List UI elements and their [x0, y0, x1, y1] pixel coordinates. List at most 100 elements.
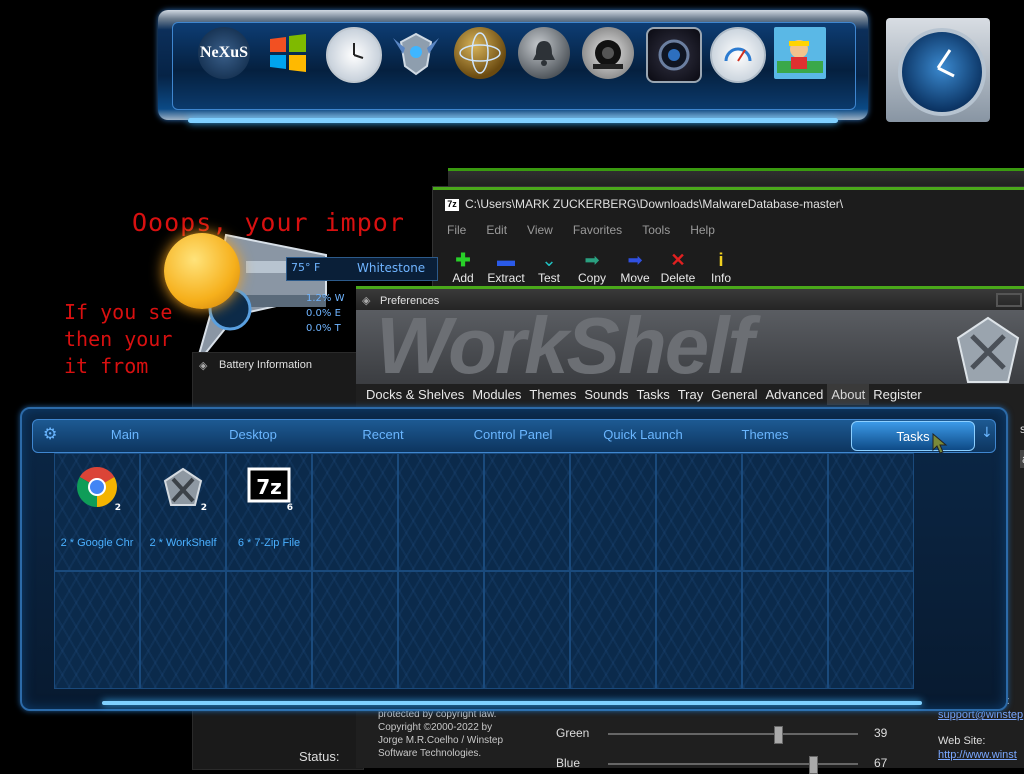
move-label: Move — [620, 271, 650, 285]
gauge-icon[interactable] — [710, 27, 766, 83]
copy-button[interactable]: ➡ Copy — [570, 249, 614, 285]
tab-control-panel[interactable]: Control Panel — [463, 427, 563, 442]
blue-slider-row: Blue 67 — [556, 754, 896, 774]
update-button-partial[interactable]: ate — [1020, 450, 1024, 468]
website-label: Web Site: — [938, 735, 986, 747]
settings-gear-icon[interactable]: ⚙ — [43, 424, 57, 443]
test-button[interactable]: ⌄ Test — [527, 249, 571, 285]
menu-file[interactable]: File — [447, 223, 466, 237]
tab-themes[interactable]: Themes — [733, 427, 797, 442]
window-control-icon[interactable] — [996, 293, 1022, 307]
shield-wings-icon[interactable] — [390, 27, 442, 79]
tab-quick-launch[interactable]: Quick Launch — [593, 427, 693, 442]
tab-tray[interactable]: Tray — [674, 384, 708, 405]
cartoon-picture-icon[interactable] — [774, 27, 826, 79]
sun-weather-icon — [164, 233, 240, 309]
extract-button[interactable]: ▬ Extract — [484, 249, 528, 285]
grid-cell — [312, 453, 398, 571]
grid-cell — [742, 453, 828, 571]
bell-icon[interactable] — [518, 27, 570, 79]
version-label-partial: sio — [1020, 422, 1024, 436]
location: Whitestone — [357, 261, 426, 275]
stat-line: 0.0% E — [306, 308, 341, 319]
tab-register[interactable]: Register — [869, 384, 925, 405]
move-button[interactable]: ➡ Move — [613, 249, 657, 285]
task-count-badge: 2 — [114, 503, 121, 513]
tab-advanced[interactable]: Advanced — [761, 384, 827, 405]
weather-info-bar: 75° F Whitestone — [286, 257, 438, 281]
windows-logo-icon[interactable] — [262, 27, 314, 79]
green-slider-thumb[interactable] — [774, 726, 783, 744]
sevenzip-icon: 7z 6 — [247, 465, 293, 513]
green-slider-track[interactable] — [608, 726, 858, 744]
delete-button[interactable]: ✕ Delete — [656, 249, 700, 285]
down-arrow-icon[interactable]: ↓ — [981, 425, 993, 441]
tab-desktop[interactable]: Desktop — [221, 427, 285, 442]
tab-sounds[interactable]: Sounds — [580, 384, 632, 405]
workshelf-panel: ⚙ Main Desktop Recent Control Panel Quic… — [20, 407, 1008, 711]
globe-icon[interactable] — [454, 27, 506, 79]
sevenzip-titlebar[interactable]: 7z C:\Users\MARK ZUCKERBERG\Downloads\Mal… — [433, 197, 1024, 219]
clock-widget[interactable] — [886, 18, 990, 122]
green-slider-label: Green — [556, 726, 590, 740]
task-grid: 2 2 * Google Chr 2 2 * WorkShelf 7z 6 6 … — [54, 453, 914, 693]
menu-edit[interactable]: Edit — [486, 223, 507, 237]
battery-window-icon: ◈ — [199, 359, 208, 372]
tab-tasks[interactable]: Tasks — [851, 421, 975, 451]
preferences-window-icon: ◈ — [362, 294, 371, 307]
tab-recent[interactable]: Recent — [351, 427, 415, 442]
grid-cell — [656, 453, 742, 571]
menu-view[interactable]: View — [527, 223, 553, 237]
extract-label: Extract — [487, 271, 525, 285]
menu-favorites[interactable]: Favorites — [573, 223, 622, 237]
task-item-7zip[interactable]: 7z 6 6 * 7-Zip File — [226, 453, 312, 549]
website-link[interactable]: http://www.winst — [938, 748, 1023, 762]
mouse-cursor-icon — [932, 433, 948, 454]
stat-line: 1.2% W — [306, 293, 345, 304]
preferences-title: Preferences — [380, 295, 440, 307]
grid-cell — [484, 571, 570, 689]
green-slider-row: Green 39 — [556, 724, 896, 744]
minus-icon: ▬ — [497, 250, 515, 270]
copy-label: Copy — [577, 271, 606, 285]
grid-cell — [398, 571, 484, 689]
nexus-logo-icon[interactable]: NeXuS — [198, 27, 250, 79]
workshelf-logo-icon — [956, 316, 1020, 383]
grid-cell — [140, 571, 226, 689]
blue-slider-track[interactable] — [608, 756, 858, 774]
workshelf-watermark: WorkShelf — [376, 310, 754, 384]
tab-tasks[interactable]: Tasks — [632, 384, 673, 405]
menu-tools[interactable]: Tools — [642, 223, 670, 237]
task-label: 2 * WorkShelf — [149, 537, 217, 549]
webcam-icon[interactable] — [582, 27, 634, 79]
task-label: 6 * 7-Zip File — [237, 537, 301, 549]
tab-themes[interactable]: Themes — [525, 384, 580, 405]
workshelf-tab-bar: ⚙ Main Desktop Recent Control Panel Quic… — [32, 419, 996, 453]
sevenzip-menubar: File Edit View Favorites Tools Help — [447, 223, 715, 237]
tab-general[interactable]: General — [707, 384, 761, 405]
ransom-note-line: If you se — [64, 300, 173, 324]
svg-text:7z: 7z — [256, 475, 282, 499]
clock-icon[interactable] — [326, 27, 382, 83]
battery-status-label: Status: — [299, 749, 340, 764]
info-icon: i — [718, 250, 724, 270]
task-item-chrome[interactable]: 2 2 * Google Chr — [54, 453, 140, 549]
menu-help[interactable]: Help — [690, 223, 715, 237]
tab-about[interactable]: About — [827, 384, 870, 405]
blue-slider-thumb[interactable] — [809, 756, 818, 774]
tab-docks-shelves[interactable]: Docks & Shelves — [362, 384, 468, 405]
task-item-workshelf[interactable]: 2 2 * WorkShelf — [140, 453, 226, 549]
info-button[interactable]: i Info — [699, 249, 743, 285]
tab-modules[interactable]: Modules — [468, 384, 525, 405]
camera-lens-icon[interactable] — [646, 27, 702, 83]
preferences-titlebar[interactable]: ◈ Preferences — [356, 286, 1024, 313]
sevenzip-app-icon: 7z — [445, 198, 459, 211]
add-button[interactable]: ✚ Add — [441, 249, 485, 285]
grid-cell — [484, 453, 570, 571]
grid-cell — [54, 571, 140, 689]
grid-cell — [828, 571, 914, 689]
tab-main[interactable]: Main — [93, 427, 157, 442]
info-label: Info — [710, 271, 731, 285]
grid-cell — [398, 453, 484, 571]
battery-window-title: Battery Information — [219, 359, 312, 371]
